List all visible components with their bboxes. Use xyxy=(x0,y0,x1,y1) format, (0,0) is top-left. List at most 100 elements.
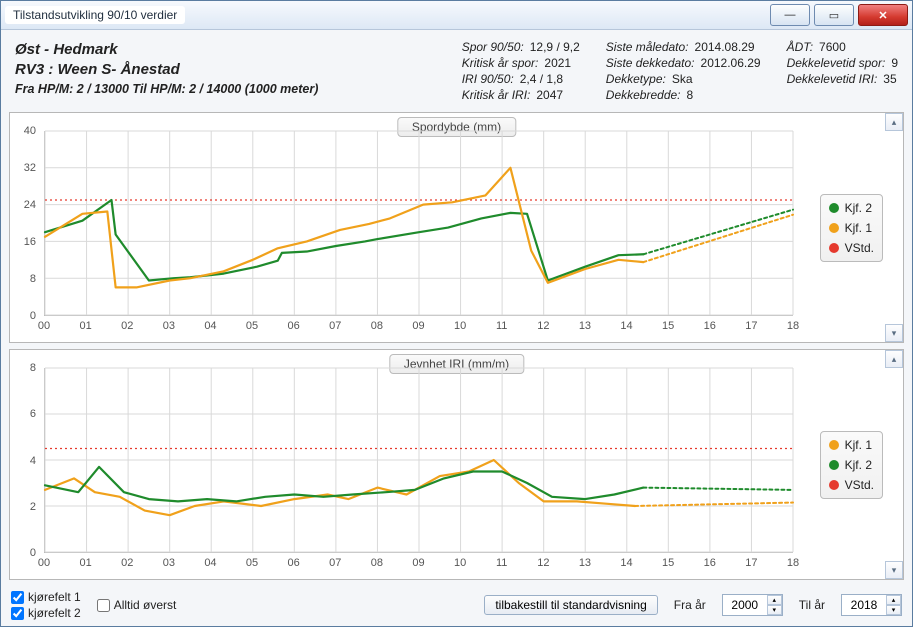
x-tick-label: 06 xyxy=(288,557,300,569)
x-tick-label: 09 xyxy=(412,557,424,569)
x-tick-label: 01 xyxy=(79,557,91,569)
chart-legend: Kjf. 1 Kjf. 2 VStd. xyxy=(820,431,883,499)
header-label: IRI 90/50: xyxy=(462,72,514,86)
header-value: 9 xyxy=(891,56,898,70)
x-tick-label: 05 xyxy=(246,557,258,569)
legend-label: Kjf. 2 xyxy=(845,201,872,215)
x-tick-label: 14 xyxy=(620,557,632,569)
app-window: Tilstandsutvikling 90/10 verdier — ▭ ✕ Ø… xyxy=(0,0,913,627)
header-label: Dekketype: xyxy=(606,72,666,86)
minimize-button[interactable]: — xyxy=(770,4,810,26)
spin-up-icon[interactable]: ▴ xyxy=(767,595,782,605)
x-tick-label: 02 xyxy=(121,557,133,569)
header-label: Dekkelevetid spor: xyxy=(787,56,886,70)
spin-up-icon[interactable]: ▴ xyxy=(886,595,901,605)
header-value: 8 xyxy=(687,88,694,102)
x-tick-label: 11 xyxy=(496,320,507,332)
y-tick-label: 4 xyxy=(30,455,36,467)
x-tick-label: 03 xyxy=(163,557,175,569)
scroll-up-icon[interactable]: ▴ xyxy=(885,113,903,131)
legend-swatch-icon xyxy=(829,440,839,450)
maximize-button[interactable]: ▭ xyxy=(814,4,854,26)
x-tick-label: 12 xyxy=(537,557,549,569)
fra-aar-input[interactable] xyxy=(723,597,767,613)
legend-item: Kjf. 2 xyxy=(829,458,874,472)
checkbox-alltid-overst[interactable]: Alltid øverst xyxy=(97,598,177,612)
header-label: Kritisk år IRI: xyxy=(462,88,531,102)
header-value: 7600 xyxy=(819,40,846,54)
y-tick-label: 0 xyxy=(30,310,36,322)
reset-view-button[interactable]: tilbakestill til standardvisning xyxy=(484,595,657,615)
legend-label: Kjf. 1 xyxy=(845,221,872,235)
y-tick-label: 6 xyxy=(30,408,36,420)
legend-item: Kjf. 2 xyxy=(829,201,874,215)
chart-jevnhet: ▴ ▾ Jevnhet IRI (mm/m)024680001020304050… xyxy=(9,349,904,580)
legend-swatch-icon xyxy=(829,460,839,470)
x-tick-label: 02 xyxy=(121,320,133,332)
spin-down-icon[interactable]: ▾ xyxy=(767,605,782,615)
legend-swatch-icon xyxy=(829,223,839,233)
plot-area xyxy=(44,131,793,316)
x-tick-label: 01 xyxy=(79,320,91,332)
x-tick-label: 00 xyxy=(38,557,50,569)
x-tick-label: 12 xyxy=(537,320,549,332)
header-label: Spor 90/50: xyxy=(462,40,524,54)
legend-label: VStd. xyxy=(845,478,874,492)
scroll-down-icon[interactable]: ▾ xyxy=(885,324,903,342)
x-tick-label: 03 xyxy=(163,320,175,332)
footer-bar: kjørefelt 1 kjørefelt 2 Alltid øverst ti… xyxy=(9,586,904,622)
x-tick-label: 17 xyxy=(745,557,757,569)
checkbox-kjorefelt-2[interactable]: kjørefelt 2 xyxy=(11,606,81,620)
y-tick-label: 24 xyxy=(24,199,36,211)
fra-aar-label: Fra år xyxy=(674,598,706,612)
x-tick-label: 15 xyxy=(662,320,674,332)
header-value: 12,9 / 9,2 xyxy=(530,40,580,54)
y-tick-label: 8 xyxy=(30,362,36,374)
fra-aar-spinner[interactable]: ▴▾ xyxy=(722,594,783,616)
legend-swatch-icon xyxy=(829,480,839,490)
y-tick-label: 2 xyxy=(30,501,36,513)
x-tick-label: 15 xyxy=(662,557,674,569)
spin-down-icon[interactable]: ▾ xyxy=(886,605,901,615)
x-tick-label: 04 xyxy=(204,320,216,332)
header-value: 2021 xyxy=(544,56,571,70)
x-tick-label: 09 xyxy=(412,320,424,332)
x-tick-label: 11 xyxy=(496,557,507,569)
scroll-up-icon[interactable]: ▴ xyxy=(885,350,903,368)
y-tick-label: 40 xyxy=(24,125,36,137)
road-title: RV3 : Ween S- Ånestad xyxy=(15,60,318,80)
header-value: Ska xyxy=(672,72,693,86)
region-title: Øst - Hedmark xyxy=(15,40,318,60)
header-label: Dekkebredde: xyxy=(606,88,681,102)
header-label: Dekkelevetid IRI: xyxy=(787,72,878,86)
y-tick-label: 32 xyxy=(24,162,36,174)
range-text: Fra HP/M: 2 / 13000 Til HP/M: 2 / 14000 … xyxy=(15,81,318,98)
x-tick-label: 06 xyxy=(288,320,300,332)
scroll-down-icon[interactable]: ▾ xyxy=(885,561,903,579)
x-tick-label: 00 xyxy=(38,320,50,332)
x-tick-label: 14 xyxy=(620,320,632,332)
til-aar-spinner[interactable]: ▴▾ xyxy=(841,594,902,616)
x-tick-label: 13 xyxy=(579,320,591,332)
legend-swatch-icon xyxy=(829,203,839,213)
header: Øst - Hedmark RV3 : Ween S- Ånestad Fra … xyxy=(9,36,904,110)
x-tick-label: 16 xyxy=(704,557,716,569)
til-aar-input[interactable] xyxy=(842,597,886,613)
x-tick-label: 13 xyxy=(579,557,591,569)
x-tick-label: 07 xyxy=(329,557,341,569)
header-label: ÅDT: xyxy=(787,40,813,54)
til-aar-label: Til år xyxy=(799,598,825,612)
plot-area xyxy=(44,368,793,553)
legend-label: VStd. xyxy=(845,241,874,255)
close-button[interactable]: ✕ xyxy=(858,4,908,26)
checkbox-kjorefelt-1[interactable]: kjørefelt 1 xyxy=(11,590,81,604)
header-value: 2012.06.29 xyxy=(701,56,761,70)
y-tick-label: 8 xyxy=(30,273,36,285)
titlebar[interactable]: Tilstandsutvikling 90/10 verdier — ▭ ✕ xyxy=(1,1,912,30)
legend-label: Kjf. 2 xyxy=(845,458,872,472)
x-tick-label: 08 xyxy=(371,557,383,569)
legend-item: Kjf. 1 xyxy=(829,438,874,452)
legend-label: Kjf. 1 xyxy=(845,438,872,452)
header-value: 35 xyxy=(883,72,896,86)
legend-item: VStd. xyxy=(829,478,874,492)
